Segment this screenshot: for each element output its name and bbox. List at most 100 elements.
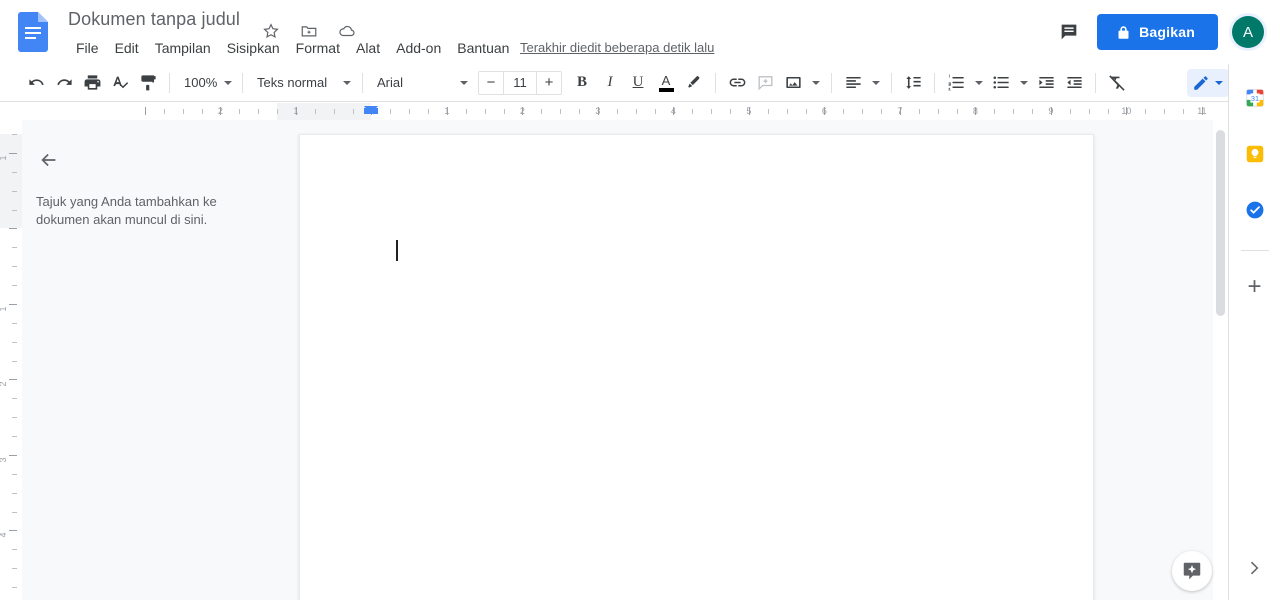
- explore-icon[interactable]: [1172, 551, 1212, 591]
- menu-alat[interactable]: Alat: [348, 38, 388, 58]
- vertical-ruler[interactable]: 1 1 2 3 4: [0, 120, 22, 600]
- undo-icon[interactable]: [22, 69, 50, 97]
- menu-sisipkan[interactable]: Sisipkan: [219, 38, 288, 58]
- menu-file[interactable]: File: [68, 38, 107, 58]
- ruler-number: 3: [0, 457, 8, 462]
- ruler-number: 1: [293, 106, 299, 116]
- chevron-down-icon: [460, 80, 468, 85]
- bulleted-list-icon[interactable]: [987, 69, 1015, 97]
- editing-mode-button[interactable]: [1187, 68, 1229, 97]
- clear-formatting-icon[interactable]: [1103, 69, 1131, 97]
- redo-icon[interactable]: [50, 69, 78, 97]
- ruler-tick: [541, 109, 543, 114]
- toolbar-divider: [831, 72, 832, 93]
- expand-side-panel-button[interactable]: [1236, 550, 1272, 586]
- paint-format-icon[interactable]: [134, 69, 162, 97]
- ruler-tick: [163, 109, 165, 114]
- vertical-scrollbar[interactable]: [1213, 120, 1228, 600]
- google-calendar-icon[interactable]: 31: [1237, 80, 1273, 116]
- side-panel-divider: [1240, 250, 1269, 251]
- toolbar-divider: [1095, 72, 1096, 93]
- font-size-value[interactable]: 11: [503, 71, 537, 94]
- font-family-selector[interactable]: Arial: [370, 70, 472, 96]
- last-edit-status[interactable]: Terakhir diedit beberapa detik lalu: [520, 38, 714, 58]
- ruler-number: 3: [595, 106, 601, 116]
- bulleted-list-dropdown[interactable]: [1015, 69, 1032, 97]
- ruler-number: 1: [0, 155, 8, 160]
- text-color-button[interactable]: A: [652, 69, 680, 97]
- numbered-list-icon[interactable]: [942, 69, 970, 97]
- scrollbar-thumb[interactable]: [1216, 130, 1225, 316]
- ruler-tick: [12, 209, 17, 211]
- document-page[interactable]: [299, 134, 1094, 600]
- menu-bantuan[interactable]: Bantuan: [449, 38, 517, 58]
- font-size-decrease-button[interactable]: −: [479, 72, 503, 94]
- spellcheck-icon[interactable]: [106, 69, 134, 97]
- ruler-tick: [12, 341, 17, 343]
- ruler-tick: [12, 549, 17, 551]
- ruler-left-margin: [277, 103, 372, 120]
- ruler-tick: [314, 109, 316, 114]
- increase-indent-icon[interactable]: [1060, 69, 1088, 97]
- ruler-tick: [465, 109, 467, 114]
- ruler-tick: [484, 109, 486, 114]
- horizontal-ruler[interactable]: 2 1 1 2 3 4 5 6 7 8 9 10 11: [22, 103, 1207, 120]
- align-dropdown[interactable]: [867, 69, 884, 97]
- insert-link-icon[interactable]: [723, 69, 751, 97]
- google-keep-icon[interactable]: [1237, 136, 1273, 172]
- ruler-tick: [239, 109, 241, 114]
- chevron-down-icon: [811, 80, 820, 85]
- add-addon-button[interactable]: +: [1237, 269, 1273, 305]
- toolbar-divider: [715, 72, 716, 93]
- align-left-icon[interactable]: [839, 69, 867, 97]
- ruler-tick: [767, 109, 769, 114]
- line-spacing-icon[interactable]: [899, 69, 927, 97]
- add-comment-icon[interactable]: [751, 69, 779, 97]
- font-size-increase-button[interactable]: +: [537, 72, 561, 94]
- add-addon-label: +: [1247, 273, 1262, 300]
- ruler-tick: [12, 568, 17, 570]
- insert-image-dropdown[interactable]: [807, 69, 824, 97]
- header-bar: Dokumen tanpa judul File Edit Tampilan S…: [0, 0, 1280, 64]
- numbered-list-dropdown[interactable]: [970, 69, 987, 97]
- chevron-down-icon: [1019, 80, 1028, 85]
- arrow-back-icon[interactable]: [32, 143, 66, 177]
- ruler-tick: [428, 109, 429, 114]
- ruler-tick: [786, 109, 788, 114]
- italic-label: I: [607, 74, 613, 90]
- ruler-tick: [12, 587, 17, 588]
- text-cursor: [396, 240, 398, 261]
- google-docs-logo[interactable]: [18, 12, 48, 52]
- ruler-tick: [616, 109, 618, 114]
- ruler-tick: [918, 109, 920, 114]
- ruler-number: 8: [972, 106, 978, 116]
- menu-addon[interactable]: Add-on: [388, 38, 449, 58]
- zoom-selector[interactable]: 100%: [177, 70, 235, 96]
- avatar[interactable]: A: [1232, 16, 1264, 48]
- italic-button[interactable]: I: [596, 69, 624, 97]
- menu-tampilan[interactable]: Tampilan: [147, 38, 219, 58]
- comment-history-icon[interactable]: [1049, 12, 1089, 52]
- font-size-stepper[interactable]: − 11 +: [478, 70, 562, 95]
- ruler-number: 4: [0, 533, 8, 538]
- document-title[interactable]: Dokumen tanpa judul: [68, 9, 240, 30]
- menu-format[interactable]: Format: [288, 38, 348, 58]
- ruler-tick: [409, 109, 411, 114]
- google-tasks-icon[interactable]: [1237, 192, 1273, 228]
- paragraph-style-selector[interactable]: Teks normal: [250, 70, 355, 96]
- print-icon[interactable]: [78, 69, 106, 97]
- underline-button[interactable]: U: [624, 69, 652, 97]
- insert-image-icon[interactable]: [779, 69, 807, 97]
- text-color-swatch: [658, 87, 674, 92]
- bold-button[interactable]: B: [568, 69, 596, 97]
- share-button[interactable]: Bagikan: [1097, 14, 1218, 50]
- ruler-tick: [937, 109, 939, 114]
- highlight-pen-icon[interactable]: [680, 69, 708, 97]
- ruler-tick: [12, 247, 17, 249]
- menu-edit[interactable]: Edit: [107, 38, 147, 58]
- ruler-tick: [9, 228, 17, 230]
- decrease-indent-icon[interactable]: [1032, 69, 1060, 97]
- ruler-tick: [9, 454, 17, 456]
- left-indent-marker[interactable]: [364, 106, 379, 114]
- ruler-tick: [711, 109, 713, 114]
